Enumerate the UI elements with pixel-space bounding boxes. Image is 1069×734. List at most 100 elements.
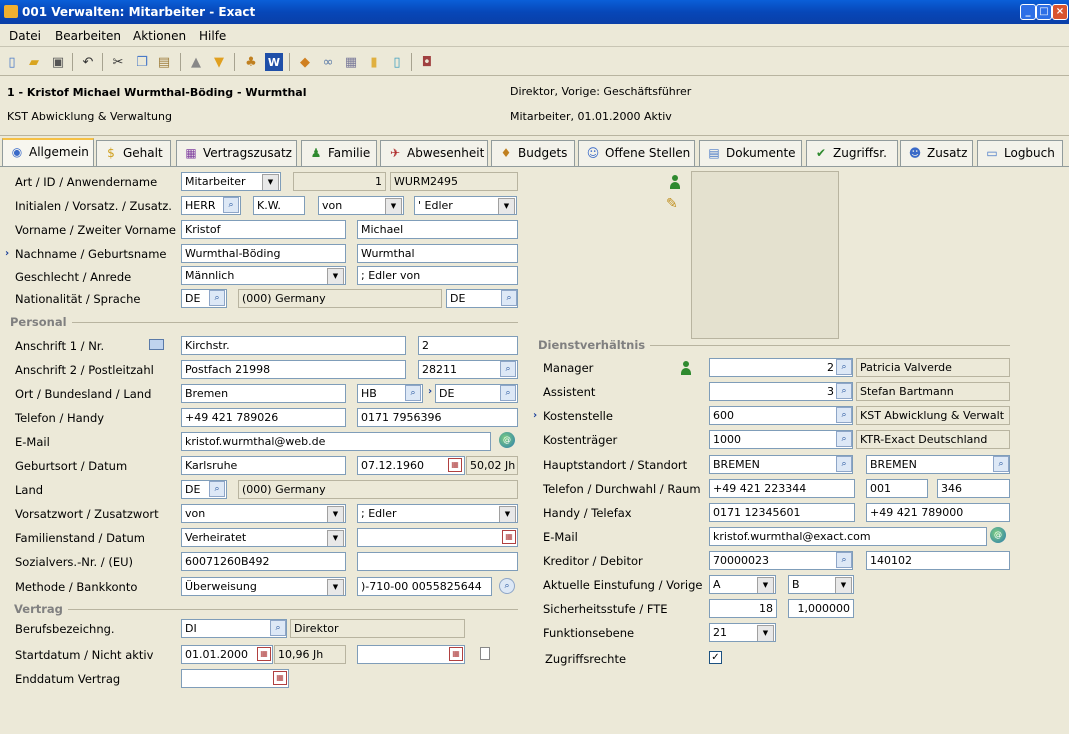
ssn-eu-field[interactable]	[357, 552, 518, 571]
street-field[interactable]: Kirchstr.	[181, 336, 406, 355]
house-number-field[interactable]: 2	[418, 336, 518, 355]
lookup-icon[interactable]: ⌕	[270, 620, 286, 636]
notes-icon[interactable]	[480, 647, 490, 660]
calendar-icon[interactable]: ▦	[502, 530, 516, 544]
next-icon[interactable]: ▼	[210, 53, 228, 71]
suffix-select[interactable]: ' Edler	[414, 196, 517, 215]
secondname-field[interactable]: Michael	[357, 220, 518, 239]
books-icon[interactable]: ◆	[296, 53, 314, 71]
tab-dokumente[interactable]: ▤ Dokumente	[699, 140, 802, 166]
tab-logbuch[interactable]: ▭ Logbuch	[977, 140, 1063, 166]
vorsatzwort-select[interactable]: von	[181, 504, 346, 523]
salutation-field[interactable]: ; Edler von	[357, 266, 518, 285]
tab-zusatz[interactable]: ☻ Zusatz	[900, 140, 973, 166]
copy-icon[interactable]: ❐	[133, 53, 151, 71]
lookup-icon[interactable]: ⌕	[836, 456, 852, 472]
calendar-icon[interactable]: ▦	[273, 671, 287, 685]
bank-account-field[interactable]: )-710-00 0055825644	[357, 577, 492, 596]
word-icon[interactable]: W	[265, 53, 283, 71]
costcenter-field[interactable]: 600	[709, 406, 853, 425]
city-field[interactable]: Bremen	[181, 384, 346, 403]
link-icon[interactable]: ∞	[319, 53, 337, 71]
tab-familie[interactable]: ♟ Familie	[301, 140, 377, 166]
lookup-icon[interactable]: ⌕	[836, 383, 852, 399]
payment-method-select[interactable]: Überweisung	[181, 577, 346, 596]
prefix-select[interactable]: von	[318, 196, 404, 215]
firstname-field[interactable]: Kristof	[181, 220, 346, 239]
lookup-icon[interactable]: ⌕	[993, 456, 1009, 472]
lookup-icon[interactable]: ⌕	[501, 290, 517, 306]
lookup-icon[interactable]: ⌕	[836, 431, 852, 447]
site-field[interactable]: BREMEN	[866, 455, 1010, 474]
tab-zugriffsr[interactable]: ✔ Zugriffsr.	[806, 140, 898, 166]
marital-date-field[interactable]	[357, 528, 518, 547]
lookup-icon[interactable]: ⌕	[836, 407, 852, 423]
lookup-icon[interactable]: ⌕	[209, 481, 225, 497]
costunit-field[interactable]: 1000	[709, 430, 853, 449]
lookup-icon[interactable]: ⌕	[405, 385, 421, 401]
art-select[interactable]: Mitarbeiter	[181, 172, 281, 191]
lookup-icon[interactable]: ⌕	[223, 197, 239, 213]
tab-vertragszusatz[interactable]: ▦ Vertragszusatz	[176, 140, 297, 166]
room-field[interactable]: 346	[937, 479, 1010, 498]
creditor-field[interactable]: 70000023	[709, 551, 853, 570]
address-card-icon[interactable]	[149, 339, 164, 350]
calendar-icon[interactable]: ▦	[448, 458, 462, 472]
book-icon[interactable]: ◘	[418, 53, 436, 71]
menu-hilfe[interactable]: Hilfe	[199, 29, 226, 43]
work-mobile-field[interactable]: 0171 12345601	[709, 503, 855, 522]
access-checkbox[interactable]: ✓	[709, 651, 722, 664]
employee-photo[interactable]	[691, 171, 839, 339]
work-email-field[interactable]: kristof.wurmthal@exact.com	[709, 527, 987, 546]
minimize-button[interactable]: _	[1020, 4, 1036, 20]
lookup-icon[interactable]: ⌕	[500, 385, 516, 401]
save-icon[interactable]: ▣	[49, 53, 67, 71]
tab-gehalt[interactable]: $ Gehalt	[96, 140, 171, 166]
lookup-icon[interactable]: ⌕	[836, 359, 852, 375]
undo-icon[interactable]: ↶	[79, 53, 97, 71]
zusatzwort-select[interactable]: ; Edler	[357, 504, 518, 523]
menu-datei[interactable]: Datei	[9, 29, 41, 43]
page-icon[interactable]: ▯	[388, 53, 406, 71]
note-icon[interactable]: ▮	[365, 53, 383, 71]
lookup-icon[interactable]: ⌕	[500, 361, 516, 377]
tab-allgemein[interactable]: ◉ Allgemein	[2, 138, 94, 168]
tab-offene-stellen[interactable]: ☺ Offene Stellen	[578, 140, 695, 166]
calendar-icon[interactable]: ▦	[257, 647, 271, 661]
address2-field[interactable]: Postfach 21998	[181, 360, 406, 379]
email-field[interactable]: kristof.wurmthal@web.de	[181, 432, 491, 451]
close-button[interactable]: ×	[1052, 4, 1068, 20]
menu-aktionen[interactable]: Aktionen	[133, 29, 186, 43]
new-icon[interactable]: ▯	[3, 53, 21, 71]
ssn-field[interactable]: 60071260B492	[181, 552, 346, 571]
maximize-button[interactable]: □	[1036, 4, 1052, 20]
level-select[interactable]: 21	[709, 623, 776, 642]
phone-field[interactable]: +49 421 789026	[181, 408, 346, 427]
tab-abwesenheit[interactable]: ✈ Abwesenheit	[380, 140, 488, 166]
documents-icon[interactable]: ▦	[342, 53, 360, 71]
manager-id-field[interactable]: 2	[709, 358, 853, 377]
extension-field[interactable]: 001	[866, 479, 928, 498]
assistant-id-field[interactable]: 3	[709, 382, 853, 401]
security-field[interactable]: 18	[709, 599, 777, 618]
lookup-icon[interactable]: ⌕	[209, 290, 225, 306]
debtor-field[interactable]: 140102	[866, 551, 1010, 570]
lastname-field[interactable]: Wurmthal-Böding	[181, 244, 346, 263]
grade-select[interactable]: A	[709, 575, 776, 594]
fte-field[interactable]: 1,000000	[788, 599, 854, 618]
person-icon[interactable]	[680, 361, 692, 375]
marital-select[interactable]: Verheiratet	[181, 528, 346, 547]
mobile-field[interactable]: 0171 7956396	[357, 408, 518, 427]
calendar-icon[interactable]: ▦	[449, 647, 463, 661]
signature-icon[interactable]: ✎	[666, 196, 678, 212]
mainsite-field[interactable]: BREMEN	[709, 455, 853, 474]
previous-icon[interactable]: ▲	[187, 53, 205, 71]
fax-field[interactable]: +49 421 789000	[866, 503, 1010, 522]
initials2-field[interactable]: K.W.	[253, 196, 305, 215]
bank-lookup-icon[interactable]: ⌕	[499, 578, 515, 594]
lookup-icon[interactable]: ⌕	[836, 552, 852, 568]
gender-select[interactable]: Männlich	[181, 266, 346, 285]
send-email-icon[interactable]: @	[990, 527, 1006, 543]
cut-icon[interactable]: ✂	[109, 53, 127, 71]
person-icon[interactable]	[669, 175, 681, 189]
